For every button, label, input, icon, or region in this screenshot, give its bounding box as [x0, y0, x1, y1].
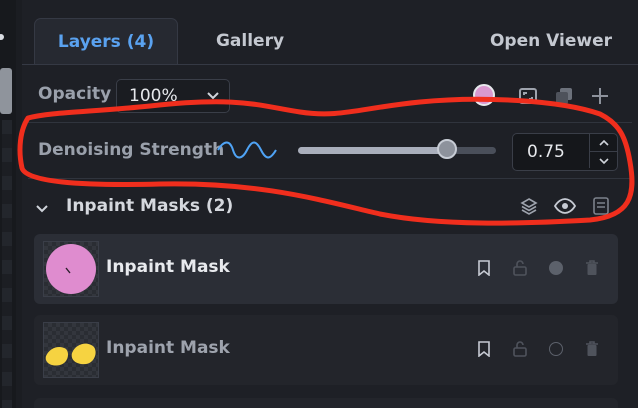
left-scroll-thumb[interactable] [0, 68, 12, 114]
chevron-down-icon [205, 87, 221, 107]
plus-icon[interactable] [588, 84, 612, 108]
visibility-dot-shape [549, 342, 563, 356]
tab-bar: Layers (4) Gallery Open Viewer [22, 0, 638, 66]
denoise-slider-handle[interactable] [436, 139, 457, 159]
opacity-select[interactable]: 100% [116, 79, 230, 113]
opacity-label: Opacity [38, 84, 112, 104]
tab-divider [22, 64, 638, 65]
layer-name: Inpaint Mask [106, 257, 230, 277]
lock-icon[interactable] [510, 258, 530, 278]
left-edge-rail [2, 120, 12, 408]
tab-gallery-label: Gallery [215, 31, 285, 51]
tab-layers-label: Layers (4) [57, 32, 155, 52]
tab-open-viewer[interactable]: Open Viewer [476, 18, 626, 64]
layers-panel: Layers (4) Gallery Open Viewer Opacity 1… [22, 0, 638, 408]
bookmark-icon[interactable] [474, 339, 494, 359]
group-title: Inpaint Masks (2) [66, 196, 234, 216]
wave-icon [216, 138, 278, 162]
trash-icon[interactable] [582, 258, 602, 278]
tab-gallery[interactable]: Gallery [196, 18, 304, 64]
trash-icon[interactable] [582, 339, 602, 359]
tab-open-viewer-label: Open Viewer [489, 31, 612, 51]
next-group-peek [34, 398, 618, 408]
increment-button[interactable] [590, 134, 617, 151]
eye-icon[interactable] [553, 195, 577, 217]
layer-name: Inpaint Mask [106, 338, 230, 358]
visibility-dot-icon[interactable] [546, 339, 566, 359]
layers-icon[interactable] [518, 195, 540, 217]
lock-icon[interactable] [510, 339, 530, 359]
row-divider [28, 122, 632, 123]
decrement-button[interactable] [590, 151, 617, 169]
denoise-label: Denoising Strength [38, 140, 225, 160]
opacity-value: 100% [129, 86, 178, 106]
duplicate-icon[interactable] [552, 84, 576, 108]
chevron-down-icon[interactable] [32, 198, 52, 218]
fit-icon[interactable] [516, 84, 540, 108]
color-swatch-circle [473, 84, 495, 106]
layer-thumbnail [43, 241, 99, 297]
row-divider [28, 178, 632, 179]
denoise-slider[interactable] [298, 139, 496, 159]
denoise-slider-fill [298, 147, 447, 154]
denoise-value: 0.75 [527, 142, 565, 162]
layer-card[interactable]: Inpaint Mask [34, 234, 618, 304]
layer-thumbnail [43, 322, 99, 378]
visibility-dot-icon[interactable] [546, 258, 566, 278]
visibility-dot-shape [549, 261, 563, 275]
bookmark-icon[interactable] [474, 258, 494, 278]
delete-icon[interactable] [590, 195, 612, 217]
mask-preview [45, 343, 96, 366]
denoise-stepper [589, 134, 617, 168]
layer-card[interactable]: Inpaint Mask [34, 315, 618, 385]
fill-color-swatch[interactable] [472, 83, 496, 107]
mask-preview [46, 244, 96, 294]
denoise-number-input[interactable]: 0.75 [512, 133, 618, 171]
tab-layers[interactable]: Layers (4) [34, 18, 178, 65]
